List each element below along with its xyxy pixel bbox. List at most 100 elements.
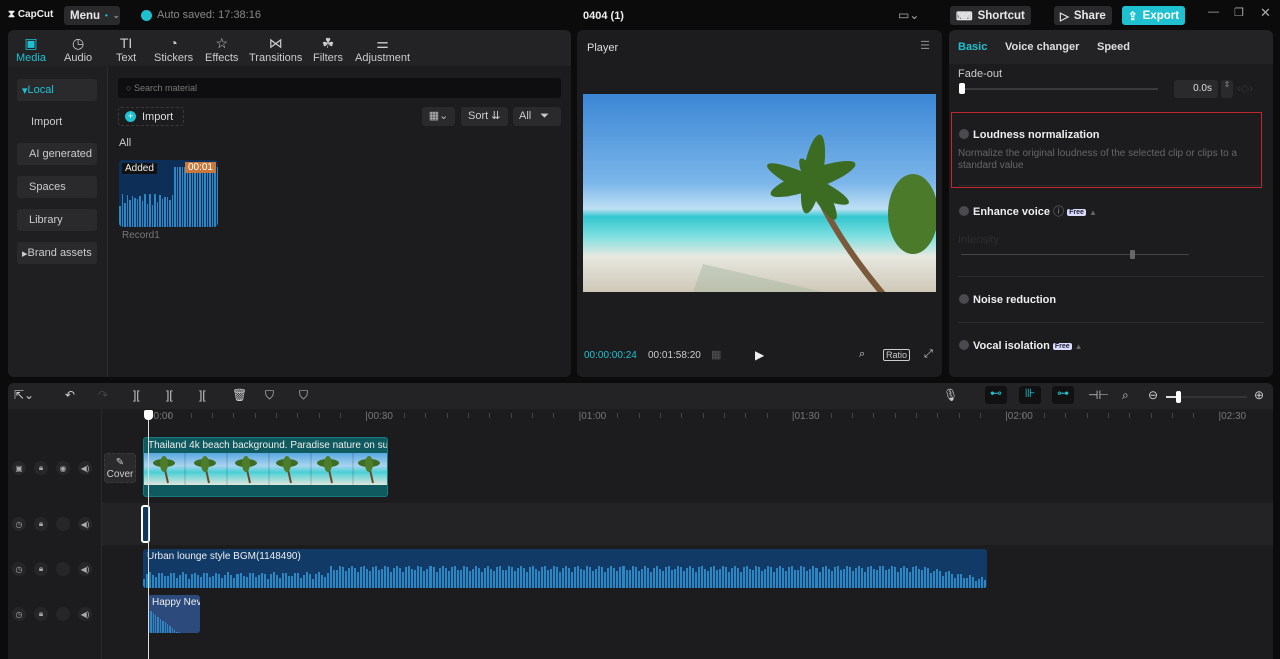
eye-icon[interactable]: ◉ xyxy=(56,461,70,475)
tab-transitions[interactable]: ⋈ Transitions xyxy=(249,34,302,64)
enhance-voice-checkbox[interactable]: Enhance voice ⓘ Free ▲ xyxy=(959,203,1097,219)
search-input[interactable]: ○ Search material xyxy=(118,78,561,98)
playhead[interactable] xyxy=(144,410,153,659)
tab-speed[interactable]: Speed xyxy=(1097,41,1130,53)
preview-axis-icon[interactable]: ⊣⊢ xyxy=(1088,388,1109,402)
vocal-isolation-checkbox[interactable]: Vocal isolation Free ▲ xyxy=(959,340,1083,352)
slider-handle[interactable] xyxy=(959,83,965,94)
sort-button[interactable]: Sort ⇊ xyxy=(461,107,508,126)
zoom-fit-icon[interactable]: ⌕ xyxy=(859,348,865,361)
sidebar-item-import[interactable]: Import xyxy=(17,111,97,133)
keyframe-icon[interactable]: ‹◇› xyxy=(1237,82,1253,95)
cover-button[interactable]: ✎ Cover xyxy=(104,453,136,483)
bgm-audio-clip[interactable]: Urban lounge style BGM(1148490) xyxy=(143,549,987,588)
tab-effects[interactable]: ☆ Effects xyxy=(205,34,238,64)
split-left-icon[interactable]: ][ xyxy=(166,388,173,402)
duration-badge: 00:01 xyxy=(184,162,216,173)
ratio-button[interactable]: Ratio xyxy=(883,349,911,361)
zoom-fit-timeline-icon[interactable]: ⌕ xyxy=(1122,388,1129,403)
mute-icon[interactable]: ◀) xyxy=(78,607,92,621)
mute-icon[interactable]: ◀) xyxy=(78,517,92,531)
filter-button[interactable]: All ⏷ xyxy=(513,107,561,126)
redo-icon[interactable]: ↷ xyxy=(98,388,108,402)
fade-out-input[interactable]: 0.0s xyxy=(1174,80,1218,98)
loudness-normalization-checkbox[interactable]: Loudness normalization xyxy=(959,129,1100,141)
restore-icon[interactable]: ❐ xyxy=(1234,6,1244,19)
tab-text[interactable]: TI Text xyxy=(116,34,136,64)
ruler-tick xyxy=(723,413,725,418)
waveform-bar xyxy=(336,569,339,588)
waveform xyxy=(148,609,181,633)
tab-media[interactable]: ▣ Media xyxy=(16,34,46,64)
playhead-handle[interactable] xyxy=(144,410,153,420)
minimize-icon[interactable]: — xyxy=(1208,6,1219,18)
microphone-icon[interactable]: 🎙 xyxy=(943,388,958,402)
sfx-audio-clip[interactable]: Happy Nev xyxy=(148,595,200,633)
media-item[interactable]: Added 00:01 xyxy=(119,160,218,227)
fade-out-stepper[interactable]: ⇕ xyxy=(1221,80,1233,98)
waveform-bar xyxy=(465,566,468,588)
tab-filters[interactable]: ☘ Filters xyxy=(313,34,343,64)
help-icon[interactable]: ⓘ xyxy=(1053,206,1064,218)
select-tool-icon[interactable]: ⇱⌄ xyxy=(14,388,34,402)
mute-icon[interactable]: ◀) xyxy=(78,562,92,576)
tab-audio[interactable]: ◷ Audio xyxy=(64,34,92,64)
tab-stickers[interactable]: ◔ Stickers xyxy=(154,34,193,64)
lock-icon[interactable]: 🔒︎ xyxy=(34,517,48,531)
tab-adjustment[interactable]: ⚌ Adjustment xyxy=(355,34,410,64)
mute-icon[interactable]: ◀) xyxy=(78,461,92,475)
ruler-label: |01:00 xyxy=(578,411,607,422)
menu-button[interactable]: Menu • ⌄ xyxy=(64,6,120,25)
sidebar-item-brand-assets[interactable]: ▸ Brand assets xyxy=(17,242,97,264)
waveform-bar xyxy=(655,565,658,588)
fullscreen-icon[interactable]: ⤢ xyxy=(924,348,933,361)
waveform-bar xyxy=(691,567,694,588)
lock-icon[interactable]: 🔒︎ xyxy=(34,461,48,475)
sidebar-item-local[interactable]: ▾ Local xyxy=(17,79,97,101)
mark-icon[interactable]: ⛉ xyxy=(265,388,274,403)
auto-snap-icon[interactable]: ⊪ xyxy=(1019,386,1041,404)
fade-out-slider[interactable] xyxy=(959,83,1158,94)
shield-icon[interactable]: ⛉ xyxy=(299,388,308,403)
timecode-grid-icon[interactable]: ▦ xyxy=(711,348,721,361)
sidebar-item-spaces[interactable]: Spaces xyxy=(17,176,97,198)
linkage-icon[interactable]: ⊶ xyxy=(1052,386,1074,404)
tab-basic[interactable]: Basic xyxy=(958,41,987,53)
tab-voice-changer[interactable]: Voice changer xyxy=(1005,41,1079,53)
waveform-bar xyxy=(788,566,791,588)
player-menu-icon[interactable]: ☰ xyxy=(920,39,930,52)
checkbox-icon xyxy=(959,294,969,304)
collapse-icon[interactable]: ▲ xyxy=(1075,342,1083,351)
lock-icon[interactable]: 🔒︎ xyxy=(34,607,48,621)
zoom-out-icon[interactable]: ⊖ xyxy=(1148,388,1158,402)
noise-reduction-checkbox[interactable]: Noise reduction xyxy=(959,294,1056,306)
close-icon[interactable]: ✕ xyxy=(1260,5,1271,21)
waveform xyxy=(119,167,218,227)
zoom-slider-handle[interactable] xyxy=(1176,391,1182,403)
export-button[interactable]: ⇪ Export xyxy=(1122,6,1186,25)
layout-icon[interactable]: ▭⌄ xyxy=(898,8,919,22)
waveform-bar xyxy=(149,572,152,588)
lock-icon[interactable]: 🔒︎ xyxy=(34,562,48,576)
view-toggle-button[interactable]: ▦⌄ xyxy=(422,107,455,126)
import-button[interactable]: + Import xyxy=(118,107,184,126)
shortcut-button[interactable]: ⌨ Shortcut xyxy=(950,6,1031,25)
waveform-bar xyxy=(486,565,489,588)
sidebar-item-ai-generated[interactable]: AI generated xyxy=(17,143,97,165)
collapse-icon[interactable]: ▲ xyxy=(1089,208,1097,217)
sidebar-item-library[interactable]: Library xyxy=(17,209,97,231)
share-button[interactable]: ▷ Share xyxy=(1054,6,1112,25)
play-button[interactable]: ▶ xyxy=(755,348,764,362)
shortcut-label: Shortcut xyxy=(977,9,1025,22)
waveform-bar xyxy=(664,566,667,588)
zoom-in-icon[interactable]: ⊕ xyxy=(1254,388,1264,402)
undo-icon[interactable]: ↶ xyxy=(65,388,75,402)
waveform-bar xyxy=(670,570,673,588)
zoom-slider[interactable] xyxy=(1166,391,1247,403)
waveform-bar xyxy=(185,574,188,588)
magnet-main-track-icon[interactable]: ⊷ xyxy=(985,386,1007,404)
video-clip[interactable]: Thailand 4k beach background. Paradise n… xyxy=(143,437,388,497)
split-icon[interactable]: ][ xyxy=(133,388,140,402)
delete-icon[interactable]: 🗑 xyxy=(232,388,247,402)
split-right-icon[interactable]: ][ xyxy=(199,388,206,402)
